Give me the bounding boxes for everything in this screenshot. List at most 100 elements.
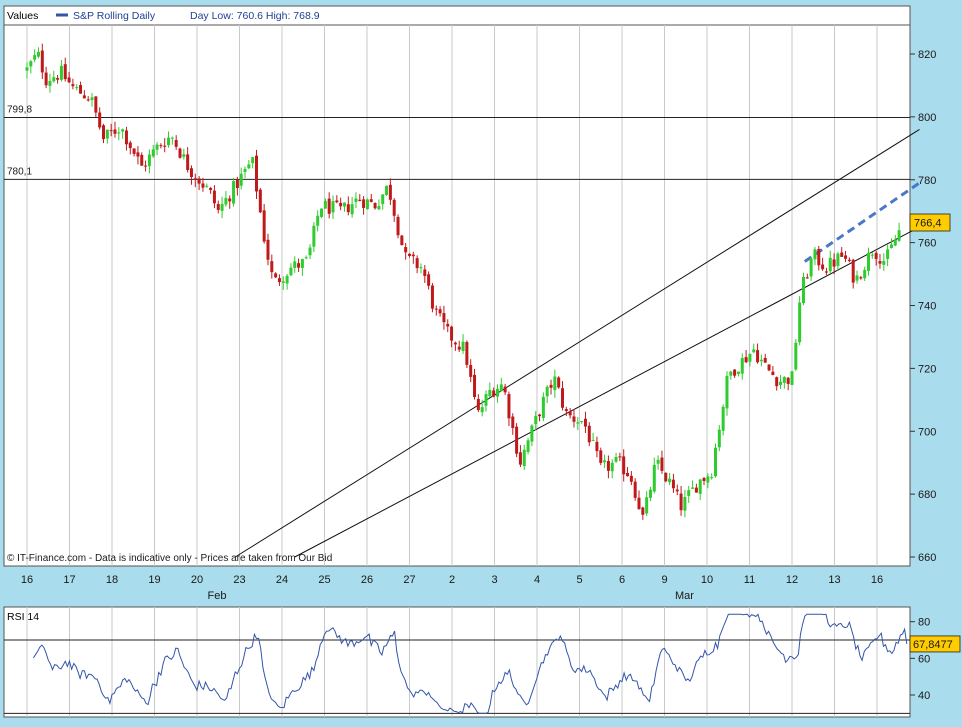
candle-body xyxy=(675,489,679,492)
candle-body xyxy=(90,97,94,101)
candle-body xyxy=(744,357,748,363)
candle-body xyxy=(645,497,649,514)
candle-body xyxy=(251,157,255,164)
candle-body xyxy=(740,358,744,374)
candle-body xyxy=(614,457,618,462)
candle-body xyxy=(293,261,297,268)
candle-body xyxy=(763,357,767,363)
candle-body xyxy=(193,178,197,180)
candle-body xyxy=(897,230,901,241)
candle-body xyxy=(813,249,817,260)
rsi-panel[interactable] xyxy=(3,606,911,718)
rsi-tick-label: 60 xyxy=(918,653,930,665)
candle-body xyxy=(461,341,465,351)
candle-body xyxy=(339,202,343,207)
candle-body xyxy=(733,369,737,376)
candle-body xyxy=(882,261,886,265)
candle-body xyxy=(564,409,568,412)
candle-body xyxy=(492,390,496,397)
values-label: Values xyxy=(7,10,38,22)
candle-body xyxy=(197,178,201,184)
candle-body xyxy=(775,377,779,387)
candle-body xyxy=(442,313,446,323)
candle-body xyxy=(369,199,373,202)
candle-body xyxy=(174,139,178,147)
candle-body xyxy=(159,145,163,147)
candle-body xyxy=(668,478,672,483)
candle-body xyxy=(553,376,557,391)
x-tick-label: 12 xyxy=(786,574,798,586)
candle-body xyxy=(212,190,216,204)
candle-body xyxy=(572,416,576,422)
candle-body xyxy=(327,198,331,214)
candle-body xyxy=(411,254,415,257)
candle-body xyxy=(599,450,603,463)
y-tick-label: 760 xyxy=(918,238,936,250)
x-tick-label: 25 xyxy=(318,574,330,586)
candle-body xyxy=(102,125,105,140)
candle-body xyxy=(721,406,725,431)
x-tick-label: 16 xyxy=(21,574,33,586)
candle-body xyxy=(423,269,427,277)
candle-body xyxy=(216,204,220,210)
x-tick-label: 20 xyxy=(191,574,203,586)
candle-body xyxy=(488,389,492,397)
candle-body xyxy=(438,309,442,314)
candle-body xyxy=(583,418,587,427)
candle-body xyxy=(637,497,641,510)
date-x-axis: 16 17 18 19 20 23 24 25 26 27 2 3 4 5 6 9 10 11 12 13 16Feb M… xyxy=(21,574,883,602)
candle-body xyxy=(63,64,67,80)
candle-body xyxy=(886,249,890,259)
series-name: S&P Rolling Daily xyxy=(73,10,156,22)
candle-body xyxy=(56,78,60,80)
candle-body xyxy=(186,154,190,171)
candle-body xyxy=(591,440,595,442)
candle-body xyxy=(144,165,148,167)
candle-body xyxy=(67,77,71,83)
candle-body xyxy=(189,168,193,178)
candle-body xyxy=(163,145,167,147)
candle-body xyxy=(729,371,733,376)
x-tick-label: 19 xyxy=(148,574,160,586)
candle-body xyxy=(281,281,285,283)
x-tick-label: 9 xyxy=(661,574,667,586)
candle-body xyxy=(342,202,346,207)
candle-body xyxy=(587,425,591,443)
candle-body xyxy=(633,481,637,498)
candle-body xyxy=(759,359,763,362)
candle-body xyxy=(779,381,783,385)
candle-body xyxy=(33,55,37,60)
candle-body xyxy=(756,350,760,363)
rsi-title: RSI 14 xyxy=(7,611,39,623)
candle-body xyxy=(515,426,519,454)
x-tick-label: 5 xyxy=(576,574,582,586)
candle-body xyxy=(331,201,335,213)
candle-body xyxy=(258,189,262,213)
candle-body xyxy=(44,72,48,86)
candle-body xyxy=(863,269,867,279)
x-tick-label: 27 xyxy=(403,574,415,586)
candle-body xyxy=(522,449,526,467)
rsi-y-axis: 40 60 80 xyxy=(910,617,930,702)
candle-body xyxy=(147,154,151,167)
candle-body xyxy=(549,384,553,388)
candle-body xyxy=(484,394,488,406)
candle-body xyxy=(687,490,691,496)
candle-body xyxy=(354,198,358,202)
candle-body xyxy=(679,493,683,511)
price-panel[interactable] xyxy=(3,5,911,567)
candle-body xyxy=(98,112,102,128)
x-tick-label: 10 xyxy=(701,574,713,586)
candle-body xyxy=(790,371,794,385)
candle-body xyxy=(377,206,381,210)
candle-body xyxy=(867,252,870,271)
candle-body xyxy=(652,464,656,492)
x-tick-label: 6 xyxy=(619,574,625,586)
candle-body xyxy=(557,377,561,388)
candle-body xyxy=(358,199,362,201)
candle-body xyxy=(430,285,434,309)
candle-body xyxy=(538,414,542,417)
candle-body xyxy=(132,148,136,154)
candle-body xyxy=(232,181,236,204)
candle-body xyxy=(312,225,316,247)
